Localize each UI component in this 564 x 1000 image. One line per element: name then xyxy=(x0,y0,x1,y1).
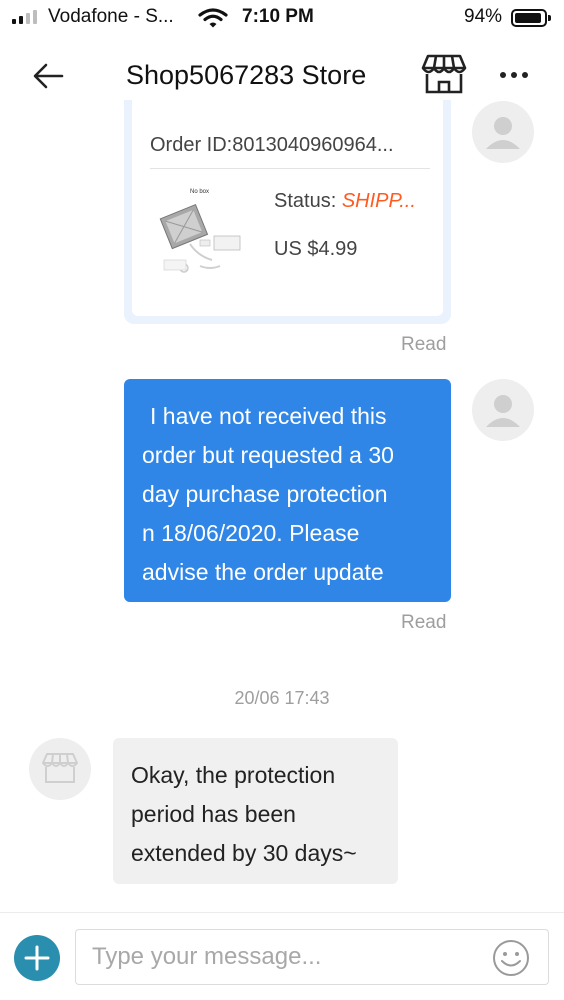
emoji-button[interactable] xyxy=(490,937,532,979)
person-icon xyxy=(486,117,520,149)
svg-text:No box: No box xyxy=(190,189,209,195)
arrow-left-icon xyxy=(33,63,64,89)
plus-icon xyxy=(24,945,50,971)
order-card[interactable]: Order ID:8013040960964... No box Status:… xyxy=(124,100,451,324)
order-id: Order ID:8013040960964... xyxy=(150,134,394,156)
add-attachment-button[interactable] xyxy=(14,935,60,981)
order-card-body: Order ID:8013040960964... No box Status:… xyxy=(132,100,443,316)
user-avatar[interactable] xyxy=(472,379,534,441)
message-line: day purchase protection xyxy=(142,481,388,507)
product-image[interactable]: No box xyxy=(154,184,258,290)
incoming-message[interactable]: Okay, the protection period has been ext… xyxy=(113,738,398,884)
wifi-icon xyxy=(198,8,228,28)
order-status: Status: SHIPP... xyxy=(274,190,416,213)
message-composer xyxy=(0,912,564,1000)
back-button[interactable] xyxy=(28,56,68,96)
more-dots-icon xyxy=(500,72,528,78)
store-avatar[interactable] xyxy=(29,738,91,800)
order-price: US $4.99 xyxy=(274,238,358,260)
clock-time: 7:10 PM xyxy=(242,6,314,27)
message-line: n 18/06/2020. Please xyxy=(142,520,360,546)
smiley-icon xyxy=(493,940,529,976)
message-line: extended by 30 days~ xyxy=(131,840,357,866)
outgoing-message[interactable]: I have not received this order but reque… xyxy=(124,379,451,602)
user-avatar[interactable] xyxy=(472,101,534,163)
signal-strength-icon xyxy=(12,10,37,24)
status-bar: Vodafone - S... 7:10 PM 94% xyxy=(0,0,564,36)
carrier-name: Vodafone - S... xyxy=(48,6,174,27)
message-line: Okay, the protection xyxy=(131,762,336,788)
message-timestamp: 20/06 17:43 xyxy=(234,688,330,708)
person-icon xyxy=(486,395,520,427)
read-receipt: Read xyxy=(401,612,447,633)
battery-icon xyxy=(511,9,551,27)
message-line: advise the order update xyxy=(142,559,384,585)
message-line: order but requested a 30 xyxy=(142,442,394,468)
page-title: Shop5067283 Store xyxy=(126,60,367,90)
status-value: SHIPP... xyxy=(341,190,416,212)
battery-percent: 94% xyxy=(464,6,503,27)
divider xyxy=(150,168,430,169)
storefront-icon xyxy=(421,54,467,94)
store-button[interactable] xyxy=(420,52,468,96)
read-receipt: Read xyxy=(401,334,447,355)
status-label: Status: xyxy=(274,190,342,212)
message-input[interactable] xyxy=(75,929,549,985)
message-line: period has been xyxy=(131,801,296,827)
storefront-icon xyxy=(42,753,78,783)
message-line: I have not received this xyxy=(150,403,387,429)
more-options-button[interactable] xyxy=(494,56,534,92)
